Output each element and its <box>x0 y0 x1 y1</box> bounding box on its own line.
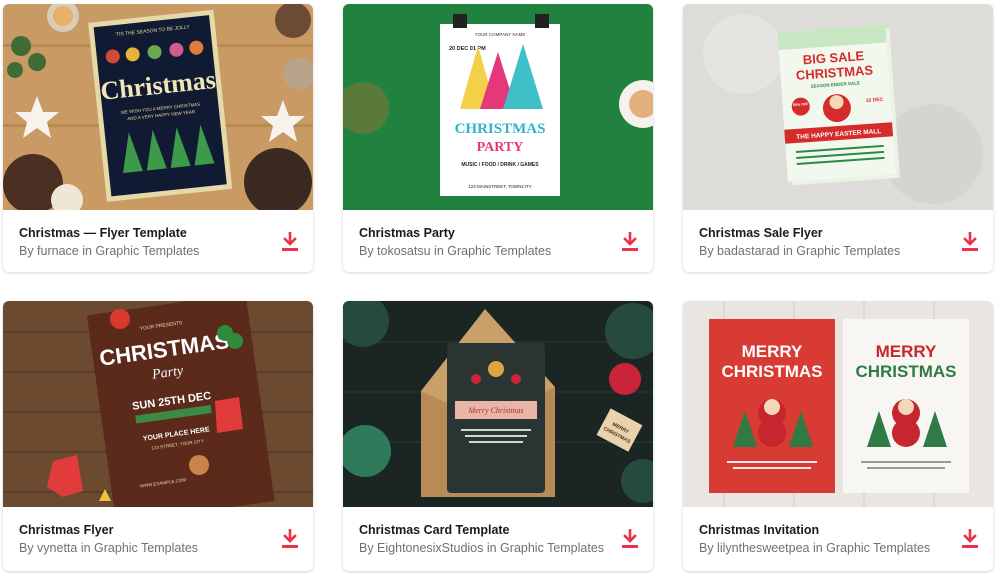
flyer-preview-image: BIG SALE CHRISTMAS SEASON ENDER SALE 50%… <box>683 4 993 210</box>
svg-text:MERRY: MERRY <box>742 342 803 361</box>
template-thumbnail[interactable]: BIG SALE CHRISTMAS SEASON ENDER SALE 50%… <box>683 4 993 210</box>
svg-text:MUSIC / FOOD / DRINK / GAMES: MUSIC / FOOD / DRINK / GAMES <box>461 162 539 168</box>
template-card[interactable]: YOUR COMPANY NAME 20 DEC 01 PM CHRISTMAS… <box>343 4 653 272</box>
svg-text:Merry Christmas: Merry Christmas <box>468 406 524 415</box>
flyer-preview-image: MERRY CHRISTMAS MERRY CHRISTMAS <box>683 301 993 507</box>
flyer-preview-image: YOUR PRESENTS CHRISTMAS Party SUN 25TH D… <box>3 301 313 507</box>
svg-text:123 MAINSTREET, TOWNCITY: 123 MAINSTREET, TOWNCITY <box>468 184 532 189</box>
svg-text:PARTY: PARTY <box>477 140 524 155</box>
template-card[interactable]: YOUR PRESENTS CHRISTMAS Party SUN 25TH D… <box>3 301 313 571</box>
download-button[interactable] <box>961 528 979 549</box>
card-title[interactable]: Christmas — Flyer Template <box>19 226 187 240</box>
svg-text:MERRY: MERRY <box>876 342 937 361</box>
download-icon <box>622 231 638 251</box>
flyer-preview-image: YOUR COMPANY NAME 20 DEC 01 PM CHRISTMAS… <box>343 4 653 210</box>
card-title[interactable]: Christmas Card Template <box>359 523 510 537</box>
template-card[interactable]: 'TIS THE SEASON TO BE JOLLY Christmas WE… <box>3 4 313 272</box>
card-title[interactable]: Christmas Party <box>359 226 455 240</box>
card-title[interactable]: Christmas Invitation <box>699 523 819 537</box>
flyer-preview-image: 'TIS THE SEASON TO BE JOLLY Christmas WE… <box>3 4 313 210</box>
svg-text:20 DEC 01 PM: 20 DEC 01 PM <box>449 46 486 52</box>
download-icon <box>282 231 298 251</box>
template-thumbnail[interactable]: YOUR COMPANY NAME 20 DEC 01 PM CHRISTMAS… <box>343 4 653 210</box>
svg-text:CHRISTMAS: CHRISTMAS <box>855 362 956 381</box>
template-thumbnail[interactable]: MERRY CHRISTMAS MERRY CHRISTMAS <box>683 301 993 507</box>
card-title[interactable]: Christmas Sale Flyer <box>699 226 823 240</box>
download-icon <box>622 528 638 548</box>
svg-text:15 DEC: 15 DEC <box>866 97 884 104</box>
template-thumbnail[interactable]: Merry Christmas MERRY CHRISTMAS <box>343 301 653 507</box>
download-icon <box>962 231 978 251</box>
template-thumbnail[interactable]: YOUR PRESENTS CHRISTMAS Party SUN 25TH D… <box>3 301 313 507</box>
template-card[interactable]: Merry Christmas MERRY CHRISTMAS Christma… <box>343 301 653 571</box>
flyer-preview-image: Merry Christmas MERRY CHRISTMAS <box>343 301 653 507</box>
card-byline[interactable]: By tokosatsu in Graphic Templates <box>359 244 551 258</box>
download-icon <box>962 528 978 548</box>
download-icon <box>282 528 298 548</box>
card-byline[interactable]: By EightonesixStudios in Graphic Templat… <box>359 541 604 555</box>
template-thumbnail[interactable]: 'TIS THE SEASON TO BE JOLLY Christmas WE… <box>3 4 313 210</box>
svg-text:YOUR COMPANY NAME: YOUR COMPANY NAME <box>475 32 526 37</box>
download-button[interactable] <box>621 231 639 252</box>
download-button[interactable] <box>281 528 299 549</box>
card-byline[interactable]: By vynetta in Graphic Templates <box>19 541 198 555</box>
download-button[interactable] <box>961 231 979 252</box>
svg-text:CHRISTMAS: CHRISTMAS <box>455 121 546 137</box>
card-byline[interactable]: By furnace in Graphic Templates <box>19 244 199 258</box>
download-button[interactable] <box>621 528 639 549</box>
card-title[interactable]: Christmas Flyer <box>19 523 113 537</box>
card-byline[interactable]: By badastarad in Graphic Templates <box>699 244 900 258</box>
card-byline[interactable]: By lilynthesweetpea in Graphic Templates <box>699 541 930 555</box>
template-card[interactable]: MERRY CHRISTMAS MERRY CHRISTMAS Christma… <box>683 301 993 571</box>
download-button[interactable] <box>281 231 299 252</box>
template-card[interactable]: BIG SALE CHRISTMAS SEASON ENDER SALE 50%… <box>683 4 993 272</box>
svg-text:CHRISTMAS: CHRISTMAS <box>721 362 822 381</box>
